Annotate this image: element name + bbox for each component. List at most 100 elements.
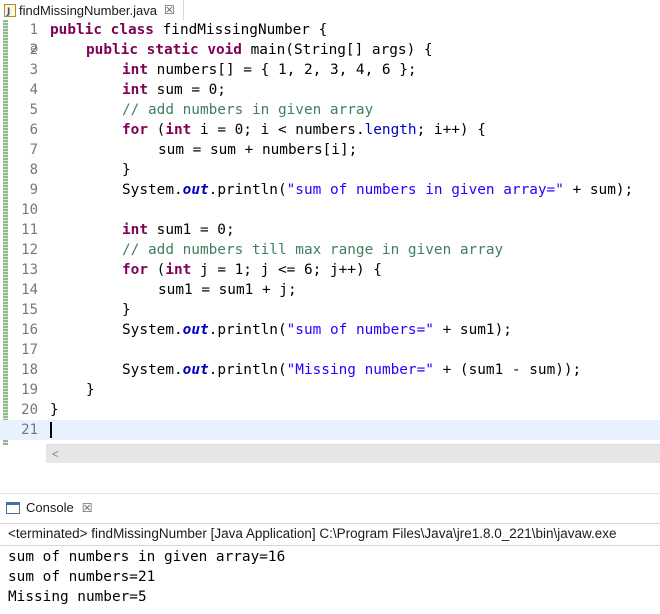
console-tab-title: Console xyxy=(26,500,74,515)
line-number: 6 xyxy=(29,122,38,138)
code-text: i = 0; i < numbers. xyxy=(191,122,365,138)
code-text: sum1 = sum1 + j; xyxy=(158,282,297,298)
console-tab[interactable]: Console ☒ xyxy=(6,500,92,515)
console-output-line: sum of numbers=21 xyxy=(8,569,156,585)
code-text: .println( xyxy=(208,182,287,198)
line-number: 11 xyxy=(21,222,38,238)
keyword: for xyxy=(122,262,148,278)
code-text: } xyxy=(86,382,95,398)
code-text: } xyxy=(50,402,59,418)
line-number: 21 xyxy=(21,422,38,438)
code-text: ( xyxy=(148,262,166,278)
code-comment: // add numbers till max range in given a… xyxy=(122,242,504,258)
line-number: 5 xyxy=(29,102,38,118)
code-line: 17 xyxy=(0,340,660,360)
code-editor[interactable]: 1 public class findMissingNumber { 2 ⊖ p… xyxy=(0,20,660,464)
line-number: 15 xyxy=(21,302,38,318)
code-line: 12 // add numbers till max range in give… xyxy=(0,240,660,260)
code-line: 6 for (int i = 0; i < numbers.length; i+… xyxy=(0,120,660,140)
keyword: class xyxy=(110,22,154,38)
code-text: System. xyxy=(122,322,183,338)
line-number: 13 xyxy=(21,262,38,278)
code-text: sum = sum + numbers[i]; xyxy=(158,142,358,158)
svg-text:J: J xyxy=(6,7,10,17)
code-line: 13 for (int j = 1; j <= 6; j++) { xyxy=(0,260,660,280)
keyword: public xyxy=(50,22,102,38)
code-line: 1 public class findMissingNumber { xyxy=(0,20,660,40)
code-line: 10 xyxy=(0,200,660,220)
keyword: int xyxy=(122,82,148,98)
code-line: 7 sum = sum + numbers[i]; xyxy=(0,140,660,160)
keyword: int xyxy=(122,62,148,78)
keyword: int xyxy=(165,262,192,278)
code-line: 2 ⊖ public static void main(String[] arg… xyxy=(0,40,660,60)
fold-collapse-icon[interactable]: ⊖ xyxy=(30,44,38,55)
keyword: static xyxy=(146,42,199,58)
static-field: out xyxy=(182,322,209,338)
console-output-line: sum of numbers in given array=16 xyxy=(8,549,286,565)
console-status-text: <terminated> findMissingNumber [Java App… xyxy=(8,526,617,541)
line-number: 8 xyxy=(29,162,38,178)
code-line: 4 int sum = 0; xyxy=(0,80,660,100)
code-comment: // add numbers in given array xyxy=(122,102,374,118)
editor-horizontal-scrollbar[interactable]: < xyxy=(46,444,660,463)
code-line: 20 } xyxy=(0,400,660,420)
line-number: 17 xyxy=(21,342,38,358)
code-text: System. xyxy=(122,362,183,378)
code-text: ; i++) { xyxy=(416,122,486,138)
code-text: } xyxy=(122,162,131,178)
code-line: 9 System.out.println("sum of numbers in … xyxy=(0,180,660,200)
console-status-line: <terminated> findMissingNumber [Java App… xyxy=(0,523,660,546)
static-field: out xyxy=(182,182,209,198)
code-line: 16 System.out.println("sum of numbers=" … xyxy=(0,320,660,340)
line-number: 20 xyxy=(21,402,38,418)
line-number: 12 xyxy=(21,242,38,258)
code-text: j = 1; j <= 6; j++) { xyxy=(191,262,382,278)
code-text: .println( xyxy=(208,322,287,338)
code-text: numbers[] = { 1, 2, 3, 4, 6 }; xyxy=(148,62,417,78)
code-text: + sum1); xyxy=(433,322,512,338)
java-file-icon: J xyxy=(4,3,16,17)
console-view-tab-bar: Console ☒ xyxy=(0,493,660,524)
close-icon[interactable]: ☒ xyxy=(82,501,93,515)
line-number: 1 xyxy=(29,22,38,38)
code-text: sum1 = 0; xyxy=(148,222,235,238)
editor-tab-title: findMissingNumber.java xyxy=(19,2,158,18)
keyword: public xyxy=(86,42,138,58)
code-text: + sum); xyxy=(563,182,634,198)
close-icon[interactable]: ☒ xyxy=(164,4,175,16)
editor-tab-findmissingnumber[interactable]: J findMissingNumber.java ☒ xyxy=(0,0,184,20)
code-text: System. xyxy=(122,182,183,198)
code-text: ( xyxy=(148,122,166,138)
line-number: 4 xyxy=(29,82,38,98)
code-line: 15 } xyxy=(0,300,660,320)
code-line: 19 } xyxy=(0,380,660,400)
code-text: + (sum1 - sum)); xyxy=(433,362,582,378)
code-line: 18 System.out.println("Missing number=" … xyxy=(0,360,660,380)
line-number: 18 xyxy=(21,362,38,378)
keyword: int xyxy=(122,222,148,238)
line-number: 7 xyxy=(29,142,38,158)
text-cursor xyxy=(50,422,52,438)
keyword: void xyxy=(207,42,242,58)
console-output[interactable]: sum of numbers in given array=16 sum of … xyxy=(8,547,285,607)
code-text: .println( xyxy=(208,362,287,378)
code-line: 14 sum1 = sum1 + j; xyxy=(0,280,660,300)
console-icon xyxy=(6,501,20,514)
field-name: length xyxy=(364,122,417,138)
code-line: 5 // add numbers in given array xyxy=(0,100,660,120)
code-text: main(String[] args) { xyxy=(241,42,433,58)
string-literal: "sum of numbers=" xyxy=(286,322,434,338)
code-text: } xyxy=(122,302,131,318)
line-number: 9 xyxy=(29,182,38,198)
code-line-current: 21 xyxy=(0,420,660,440)
code-text: sum = 0; xyxy=(148,82,226,98)
line-number: 16 xyxy=(21,322,38,338)
keyword: int xyxy=(165,122,192,138)
line-number: 3 xyxy=(29,62,38,78)
line-number: 10 xyxy=(21,202,38,218)
code-line: 3 int numbers[] = { 1, 2, 3, 4, 6 }; xyxy=(0,60,660,80)
code-line: 11 int sum1 = 0; xyxy=(0,220,660,240)
scroll-left-icon[interactable]: < xyxy=(52,447,59,461)
console-output-line: Missing number=5 xyxy=(8,589,147,605)
